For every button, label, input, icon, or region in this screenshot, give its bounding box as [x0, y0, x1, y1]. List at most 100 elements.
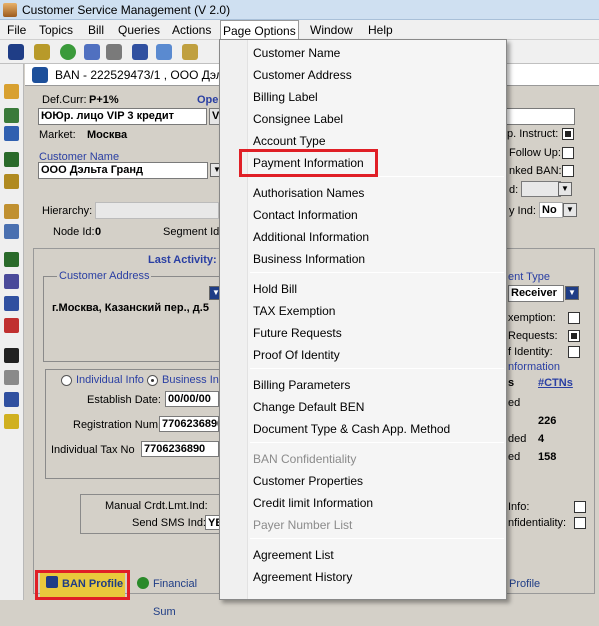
menu-item-future-requests[interactable]: Future Requests — [253, 323, 342, 343]
ns-icon[interactable] — [4, 414, 19, 429]
tab-profile-label: Profile — [509, 578, 541, 590]
menu-item-additional-information[interactable]: Additional Information — [253, 227, 369, 247]
window-title: Customer Service Management (V 2.0) — [22, 3, 231, 17]
tax-field[interactable]: 7706236890 — [141, 441, 219, 457]
menu-help[interactable]: Help — [366, 20, 395, 40]
menu-separator — [250, 538, 504, 539]
tools-icon[interactable] — [34, 44, 50, 60]
d-dropdown-icon[interactable]: ▼ — [558, 182, 572, 196]
menu-item-contact-information[interactable]: Contact Information — [253, 205, 358, 225]
tab-profile[interactable]: Profile — [507, 570, 567, 598]
menu-bill[interactable]: Bill — [86, 20, 106, 40]
chart-icon[interactable] — [106, 44, 122, 60]
p-instruct-checkbox[interactable] — [562, 128, 574, 140]
confidentiality-checkbox[interactable] — [574, 517, 586, 529]
ctns-row3-label: ded — [508, 433, 527, 445]
customer-name-field[interactable]: ООО Дэльта Гранд — [38, 162, 208, 179]
market-value: Москва — [87, 129, 128, 141]
lines-icon[interactable] — [4, 296, 19, 311]
follow-up-checkbox[interactable] — [562, 147, 574, 159]
market-label: Market: — [39, 129, 76, 141]
person-icon[interactable] — [8, 44, 24, 60]
tab-financial-summary[interactable]: Financial Sum — [135, 570, 220, 618]
business-info-radio[interactable] — [147, 375, 158, 386]
menu-item-credit-limit-information[interactable]: Credit limit Information — [253, 493, 373, 513]
customer-address-group — [43, 276, 233, 362]
account-type-field[interactable]: ЮЮр. лицо VIP 3 кредит — [38, 108, 207, 125]
business-info-label: Business In — [162, 374, 219, 386]
ban-icon — [32, 67, 48, 83]
grid-icon[interactable] — [4, 152, 19, 167]
document-icon[interactable] — [132, 44, 148, 60]
menu-item-authorisation-names[interactable]: Authorisation Names — [253, 183, 364, 203]
ctns-row4-label: ed — [508, 451, 521, 463]
menu-item-customer-name[interactable]: Customer Name — [253, 43, 340, 63]
registration-field[interactable]: 7706236890 — [159, 416, 219, 432]
window-icon[interactable] — [4, 392, 19, 407]
menu-item-agreement-history[interactable]: Agreement History — [253, 567, 352, 587]
ope-label: Ope — [197, 94, 219, 106]
check-icon[interactable] — [4, 318, 19, 333]
menu-separator — [250, 368, 504, 369]
ctns-left-header: s — [508, 377, 515, 389]
y-ind-dropdown-icon[interactable]: ▼ — [563, 203, 577, 217]
sheet-icon[interactable] — [4, 252, 19, 267]
menu-queries[interactable]: Queries — [116, 20, 162, 40]
menu-item-billing-parameters[interactable]: Billing Parameters — [253, 375, 350, 395]
menu-item-account-type[interactable]: Account Type — [253, 131, 326, 151]
menu-item-change-default-ben[interactable]: Change Default BEN — [253, 397, 364, 417]
scroll-icon[interactable] — [4, 204, 19, 219]
def-curr-label: Def.Curr: — [42, 94, 87, 106]
menu-item-hold-bill[interactable]: Hold Bill — [253, 279, 297, 299]
transfer-icon[interactable] — [4, 224, 19, 239]
globe-icon[interactable] — [60, 44, 76, 60]
save-icon[interactable] — [4, 348, 19, 363]
phone-icon[interactable] — [4, 174, 19, 189]
screen-icon[interactable] — [156, 44, 172, 60]
menu-actions[interactable]: Actions — [170, 20, 213, 40]
requests-checkbox[interactable] — [568, 330, 580, 342]
ban-profile-highlight — [35, 570, 130, 600]
menu-file[interactable]: File — [5, 20, 28, 40]
menu-item-customer-address[interactable]: Customer Address — [253, 65, 352, 85]
menu-item-customer-properties[interactable]: Customer Properties — [253, 471, 363, 491]
identity-checkbox[interactable] — [568, 346, 580, 358]
folder-icon[interactable] — [182, 44, 198, 60]
stack-icon[interactable] — [4, 274, 19, 289]
d-field[interactable] — [521, 181, 561, 197]
menu-item-tax-exemption[interactable]: TAX Exemption — [253, 301, 335, 321]
individual-info-label: Individual Info — [76, 374, 144, 386]
payment-type-field[interactable]: Receiver — [508, 285, 564, 302]
menu-item-document-type[interactable]: Document Type & Cash App. Method — [253, 419, 450, 439]
app-icon — [3, 3, 17, 17]
menu-item-billing-label[interactable]: Billing Label — [253, 87, 318, 107]
establish-date-field[interactable]: 00/00/00 — [165, 391, 219, 407]
open-folder-icon[interactable] — [4, 84, 19, 99]
menu-item-proof-of-identity[interactable]: Proof Of Identity — [253, 345, 340, 365]
menu-item-business-information[interactable]: Business Information — [253, 249, 365, 269]
menu-item-payer-number-list: Payer Number List — [253, 518, 353, 532]
refresh-icon[interactable] — [4, 126, 19, 141]
tab-financial-summary-label: Financial Sum — [153, 578, 198, 618]
network-icon[interactable] — [84, 44, 100, 60]
right-top-field[interactable] — [495, 108, 575, 125]
menu-item-consignee-label[interactable]: Consignee Label — [253, 109, 343, 129]
menu-gutter — [220, 40, 248, 599]
exemption-checkbox[interactable] — [568, 312, 580, 324]
list-icon[interactable] — [4, 108, 19, 123]
payment-type-dropdown-icon[interactable]: ▼ — [565, 286, 579, 300]
menu-topics[interactable]: Topics — [37, 20, 75, 40]
individual-info-radio[interactable] — [61, 375, 72, 386]
menu-item-agreement-list[interactable]: Agreement List — [253, 545, 334, 565]
menu-window[interactable]: Window — [308, 20, 355, 40]
y-ind-field[interactable]: No — [539, 202, 563, 218]
database-icon[interactable] — [4, 370, 19, 385]
linked-ban-checkbox[interactable] — [562, 165, 574, 177]
info-checkbox[interactable] — [574, 501, 586, 513]
menu-page-options[interactable]: Page Options — [220, 20, 299, 41]
y-ind-label: y Ind: — [509, 205, 536, 217]
node-id-label: Node Id: — [53, 226, 95, 238]
info-label: Info: — [508, 501, 530, 513]
node-id-value: 0 — [95, 226, 102, 238]
ctns-row2-value: 226 — [538, 415, 557, 427]
